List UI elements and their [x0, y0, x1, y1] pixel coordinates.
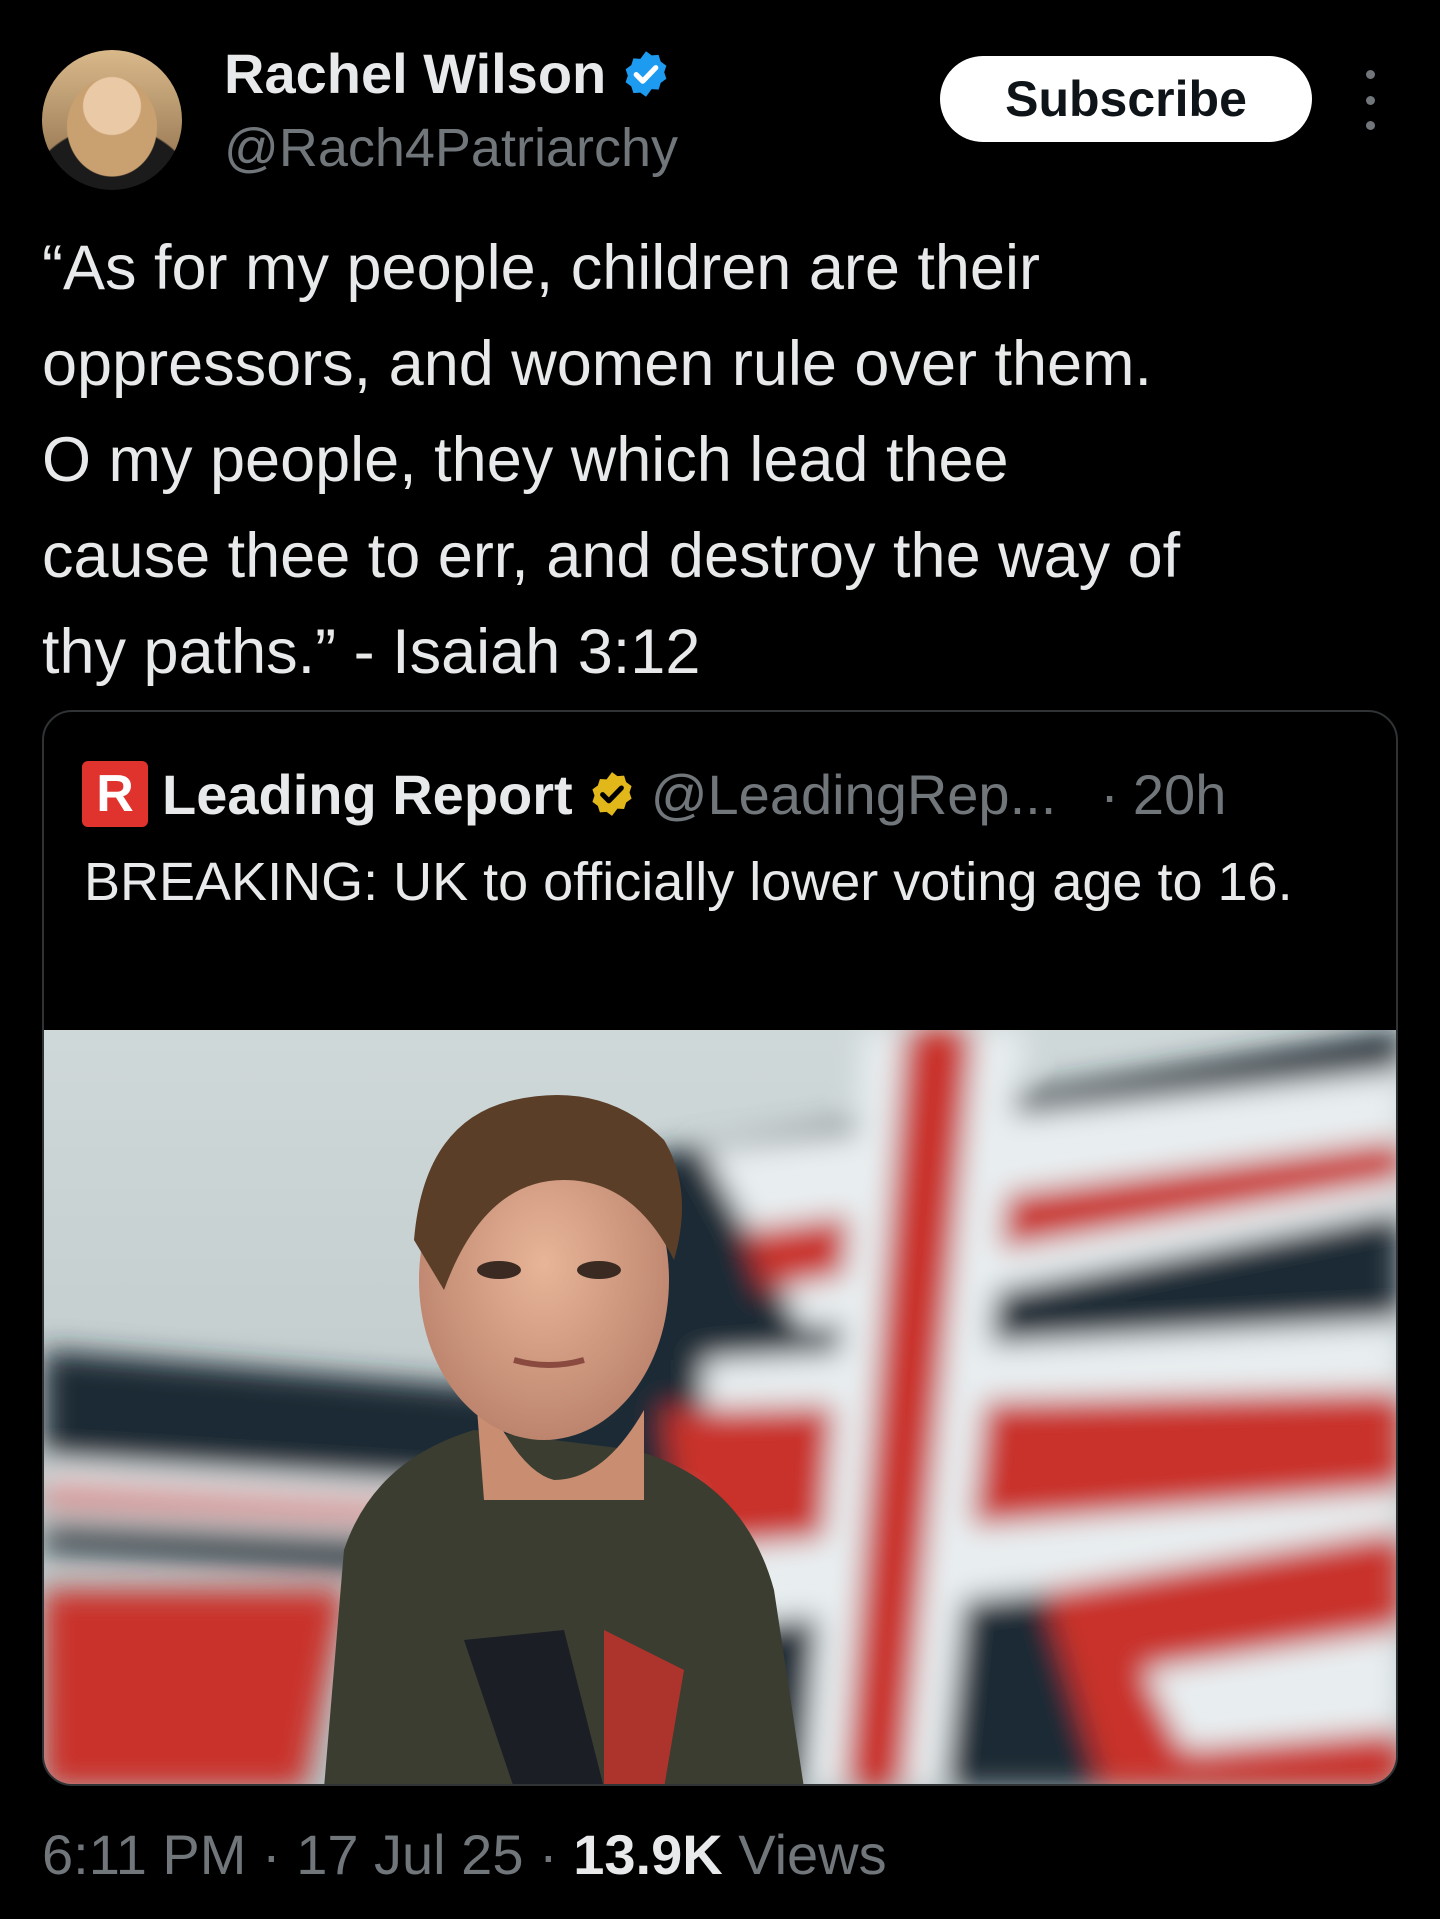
subscribe-button[interactable]: Subscribe — [940, 56, 1312, 142]
quoted-tweet[interactable]: R Leading Report @LeadingRep... · 20h BR… — [42, 710, 1398, 1786]
author-name[interactable]: Rachel Wilson — [224, 36, 606, 112]
more-options-icon[interactable] — [1350, 70, 1390, 130]
author-handle[interactable]: @Rach4Patriarchy — [224, 110, 678, 186]
quoted-tweet-header: R Leading Report @LeadingRep... · 20h — [82, 754, 1226, 834]
tweet-date[interactable]: 17 Jul 25 — [296, 1823, 523, 1886]
meta-separator: · — [261, 1823, 281, 1886]
quoted-author-handle[interactable]: @LeadingRep... — [651, 762, 1057, 827]
meta-separator: · — [539, 1823, 558, 1886]
quoted-tweet-text: BREAKING: UK to officially lower voting … — [84, 852, 1293, 912]
author-avatar[interactable] — [42, 50, 182, 190]
author-name-row[interactable]: Rachel Wilson — [224, 36, 672, 112]
quoted-separator: · — [1100, 762, 1119, 826]
quoted-author-name[interactable]: Leading Report — [162, 762, 573, 827]
views-label: Views — [738, 1823, 887, 1886]
quoted-tweet-image[interactable] — [44, 1030, 1398, 1786]
tweet-meta: 6:11 PM · 17 Jul 25 · 13.9K Views — [42, 1820, 887, 1890]
verified-badge-icon — [625, 51, 667, 97]
quoted-timestamp[interactable]: 20h — [1133, 762, 1226, 827]
views-count[interactable]: 13.9K — [573, 1823, 722, 1886]
tweet-time[interactable]: 6:11 PM — [42, 1823, 246, 1886]
tweet-text: “As for my people, children are their op… — [42, 233, 1181, 687]
leading-report-logo-icon[interactable]: R — [82, 761, 148, 827]
verified-business-badge-icon — [592, 772, 632, 816]
